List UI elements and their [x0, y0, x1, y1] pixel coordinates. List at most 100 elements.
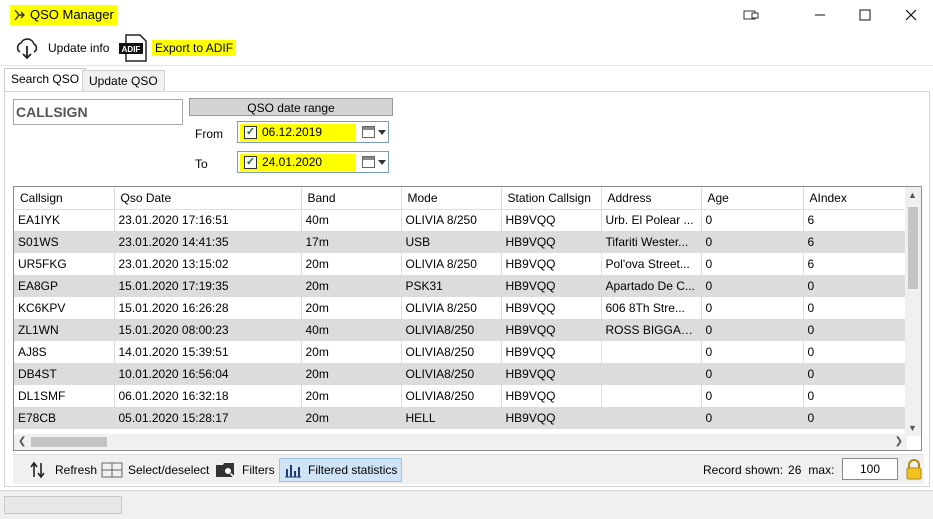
table-cell	[601, 363, 702, 385]
table-row[interactable]: AJ8S 14.01.2020 15:39:51 20m OLIVIA8/250 HB9…	[14, 341, 908, 363]
qso-grid[interactable]: Callsign Qso Date Band Mode Station Callsign…	[13, 186, 922, 451]
table-cell: KC6KPV	[14, 297, 115, 319]
callsign-input[interactable]: CALLSIGN	[13, 99, 183, 125]
table-row[interactable]: S01WS 23.01.2020 14:41:35 17m USB HB9VQQ Tifa…	[14, 231, 908, 253]
cloud-download-icon	[16, 38, 38, 60]
table-cell: HB9VQQ	[501, 275, 602, 297]
minimize-icon[interactable]	[797, 0, 843, 30]
table-cell: 20m	[301, 407, 402, 429]
calendar-icon	[362, 126, 375, 138]
maximize-icon[interactable]	[842, 0, 888, 30]
table-row[interactable]: E78CB 05.01.2020 15:28:17 20m HELL HB9VQQ 0 0	[14, 407, 908, 429]
table-cell: Pol'ova Street...	[601, 253, 702, 275]
filter-search-icon	[216, 463, 235, 478]
vertical-scroll-thumb[interactable]	[908, 207, 918, 289]
scroll-right-icon[interactable]: ❯	[895, 436, 903, 447]
chevron-down-icon[interactable]	[378, 130, 386, 135]
table-cell: 0	[803, 297, 908, 319]
column-header[interactable]: Band	[301, 187, 402, 210]
lock-icon[interactable]	[905, 458, 923, 480]
table-row[interactable]: EA8GP 15.01.2020 17:19:35 20m PSK31 HB9VQQ Ap…	[14, 275, 908, 297]
table-cell: 15.01.2020 17:19:35	[114, 275, 302, 297]
qso-table: Callsign Qso Date Band Mode Station Callsign…	[14, 187, 908, 429]
refresh-button[interactable]: Refresh	[29, 458, 97, 482]
close-icon[interactable]	[888, 0, 933, 30]
table-row[interactable]: DB4ST 10.01.2020 16:56:04 20m OLIVIA8/250 HB…	[14, 363, 908, 385]
table-cell: 20m	[301, 341, 402, 363]
table-cell: 0	[701, 209, 804, 231]
table-cell: HB9VQQ	[501, 363, 602, 385]
tab-search-qso[interactable]: Search QSO	[4, 68, 87, 92]
horizontal-scrollbar[interactable]: ❮ ❯	[14, 434, 907, 450]
refresh-label: Refresh	[55, 463, 98, 477]
table-cell: OLIVIA8/250	[401, 341, 502, 363]
table-cell: 0	[701, 275, 804, 297]
from-date-checkbox[interactable]: ✓	[244, 126, 257, 139]
from-date-picker[interactable]: ✓ 06.12.2019	[237, 121, 389, 143]
record-shown-text: Record shown: 26 max:	[703, 458, 834, 482]
table-cell: 20m	[301, 297, 402, 319]
table-cell: 0	[803, 385, 908, 407]
table-cell: E78CB	[14, 407, 115, 429]
table-cell	[601, 385, 702, 407]
table-cell: 14.01.2020 15:39:51	[114, 341, 302, 363]
table-cell: USB	[401, 231, 502, 253]
bar-chart-icon	[285, 465, 301, 478]
column-header[interactable]: Mode	[401, 187, 502, 210]
table-cell: OLIVIA 8/250	[401, 209, 502, 231]
export-adif-label: Export to ADIF	[152, 40, 237, 56]
column-header[interactable]: Address	[601, 187, 702, 210]
table-row[interactable]: ZL1WN 15.01.2020 08:00:23 40m OLIVIA8/250 HB…	[14, 319, 908, 341]
filters-button[interactable]: Filters	[215, 458, 275, 482]
table-cell: HB9VQQ	[501, 231, 602, 253]
restore-icon[interactable]	[728, 0, 774, 30]
column-header[interactable]: Station Callsign	[501, 187, 602, 210]
table-row[interactable]: EA1IYK 23.01.2020 17:16:51 40m OLIVIA 8/250…	[14, 209, 908, 231]
table-cell: OLIVIA 8/250	[401, 253, 502, 275]
table-cell: 23.01.2020 13:15:02	[114, 253, 302, 275]
title-bar: QSO Manager	[0, 0, 933, 30]
table-row[interactable]: UR5FKG 23.01.2020 13:15:02 20m OLIVIA 8/250…	[14, 253, 908, 275]
search-panel: CALLSIGN QSO date range From ✓ 06.12.201…	[4, 91, 930, 487]
table-cell: 0	[701, 363, 804, 385]
vertical-scrollbar[interactable]: ▲ ▼	[905, 187, 921, 436]
table-cell: PSK31	[401, 275, 502, 297]
tab-update-qso[interactable]: Update QSO	[82, 70, 165, 92]
table-cell: HB9VQQ	[501, 319, 602, 341]
column-header[interactable]: Age	[701, 187, 804, 210]
bottom-toolbar: Refresh Select/deselect Filters Filtered…	[13, 454, 924, 484]
column-header[interactable]: Qso Date	[114, 187, 302, 210]
table-cell: 0	[701, 231, 804, 253]
to-date-picker[interactable]: ✓ 24.01.2020	[237, 151, 389, 173]
from-date-value: 06.12.2019	[262, 125, 323, 139]
export-adif-button[interactable]: ADIF Export to ADIF	[118, 34, 237, 62]
select-deselect-button[interactable]: Select/deselect	[101, 458, 209, 482]
table-cell: OLIVIA8/250	[401, 363, 502, 385]
filtered-statistics-button[interactable]: Filtered statistics	[279, 458, 403, 482]
column-header[interactable]: AIndex	[803, 187, 908, 210]
table-cell: 20m	[301, 253, 402, 275]
to-date-checkbox[interactable]: ✓	[244, 156, 257, 169]
table-row[interactable]: DL1SMF 06.01.2020 16:32:18 20m OLIVIA8/250 H…	[14, 385, 908, 407]
table-cell: 0	[701, 341, 804, 363]
table-cell	[601, 407, 702, 429]
table-cell: 40m	[301, 209, 402, 231]
scroll-left-icon[interactable]: ❮	[18, 436, 26, 447]
table-cell: 0	[701, 407, 804, 429]
chevron-down-icon[interactable]	[378, 160, 386, 165]
table-cell: 20m	[301, 385, 402, 407]
table-cell: 0	[803, 407, 908, 429]
adif-badge-text: ADIF	[122, 45, 141, 54]
table-cell: 23.01.2020 14:41:35	[114, 231, 302, 253]
max-records-input[interactable]: 100	[842, 458, 898, 480]
horizontal-scroll-thumb[interactable]	[31, 437, 107, 447]
grid-header-row: Callsign Qso Date Band Mode Station Callsign…	[14, 187, 908, 210]
table-row[interactable]: KC6KPV 15.01.2020 16:26:28 20m OLIVIA 8/250…	[14, 297, 908, 319]
update-info-button[interactable]: Update info	[14, 34, 109, 62]
scroll-up-icon[interactable]: ▲	[908, 190, 917, 200]
table-cell: HB9VQQ	[501, 407, 602, 429]
grid-select-icon	[101, 462, 123, 478]
update-info-label: Update info	[48, 41, 110, 55]
column-header[interactable]: Callsign	[14, 187, 115, 210]
scroll-down-icon[interactable]: ▼	[908, 423, 917, 433]
